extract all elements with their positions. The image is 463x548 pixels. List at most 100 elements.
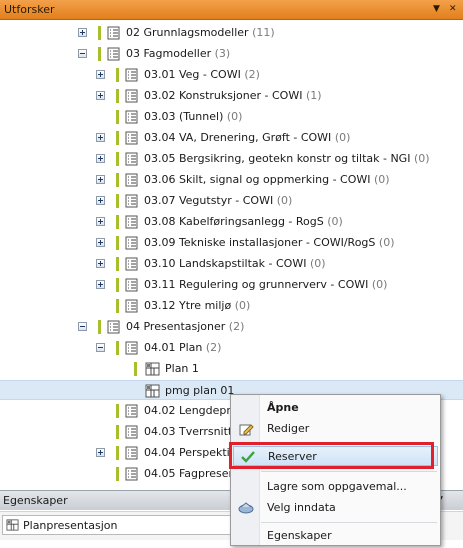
menu-item-label: Velg inndata — [267, 501, 336, 514]
checklist-icon — [125, 299, 138, 313]
expand-icon[interactable] — [96, 280, 105, 289]
tree-item-03-12[interactable]: 03.12 Ytre miljø (0) — [0, 296, 463, 316]
status-bar — [98, 47, 101, 61]
menu-separator — [261, 471, 437, 472]
explorer-title: Utforsker — [4, 3, 55, 16]
tree-item-label: 03.07 Vegutstyr - COWI (0) — [144, 194, 293, 207]
context-menu: Åpne Rediger Reserver Lagre som oppgavem… — [230, 394, 441, 546]
tree-item-03-04[interactable]: 03.04 VA, Drenering, Grøft - COWI (0) — [0, 128, 463, 148]
checklist-icon — [125, 194, 138, 208]
tree-item-03-09[interactable]: 03.09 Tekniske installasjoner - COWI/Rog… — [0, 233, 463, 253]
tree-item-label: 03.04 VA, Drenering, Grøft - COWI (0) — [144, 131, 351, 144]
expand-icon[interactable] — [96, 154, 105, 163]
status-bar — [116, 236, 119, 250]
menu-item-save-as-task-template[interactable]: Lagre som oppgavemal... — [233, 477, 438, 497]
expand-icon[interactable] — [96, 217, 105, 226]
status-bar — [98, 320, 101, 334]
status-bar — [116, 404, 119, 418]
menu-item-label: Rediger — [267, 422, 310, 435]
explorer-header: Utforsker ▼ ✕ — [0, 0, 463, 20]
checklist-icon — [125, 278, 138, 292]
status-bar — [116, 446, 119, 460]
menu-item-edit[interactable]: Rediger — [233, 419, 438, 439]
tree-item-label: 03.02 Konstruksjoner - COWI (1) — [144, 89, 322, 102]
tree-item-label: 03.10 Landskapstiltak - COWI (0) — [144, 257, 326, 270]
status-bar — [116, 341, 119, 355]
status-bar — [98, 26, 101, 40]
plan-icon — [6, 519, 19, 531]
collapse-icon[interactable] — [96, 343, 105, 352]
expand-icon[interactable] — [96, 238, 105, 247]
checklist-icon — [125, 404, 138, 418]
expand-icon[interactable] — [96, 91, 105, 100]
checklist-icon — [125, 257, 138, 271]
tree-item-03-01[interactable]: 03.01 Veg - COWI (2) — [0, 65, 463, 85]
tree-item-02-grunnlagsmodeller[interactable]: 02 Grunnlagsmodeller (11) — [0, 23, 463, 43]
tree-item-03-07[interactable]: 03.07 Vegutstyr - COWI (0) — [0, 191, 463, 211]
tree-item-label: 03.01 Veg - COWI (2) — [144, 68, 260, 81]
tree-item-04-01-plan[interactable]: 04.01 Plan (2) — [0, 338, 463, 358]
expand-icon[interactable] — [96, 70, 105, 79]
expand-icon[interactable] — [96, 448, 105, 457]
tree-item-03-03[interactable]: 03.03 (Tunnel) (0) — [0, 107, 463, 127]
tree-item-label: 03.03 (Tunnel) (0) — [144, 110, 243, 123]
expand-icon[interactable] — [96, 175, 105, 184]
checklist-icon — [125, 173, 138, 187]
expand-icon[interactable] — [96, 259, 105, 268]
tree-item-label: 03.05 Bergsikring, geotekn konstr og til… — [144, 152, 430, 165]
status-bar — [116, 131, 119, 145]
tree-item-label: 04.05 Fagpresent — [144, 467, 240, 480]
status-bar — [116, 173, 119, 187]
status-bar — [116, 68, 119, 82]
checklist-icon — [125, 425, 138, 439]
tree-item-03-11[interactable]: 03.11 Regulering og grunnerverv - COWI (… — [0, 275, 463, 295]
expand-icon[interactable] — [96, 196, 105, 205]
status-bar — [116, 215, 119, 229]
expand-icon[interactable] — [96, 133, 105, 142]
close-icon[interactable]: ✕ — [449, 3, 457, 15]
tree-item-03-08[interactable]: 03.08 Kabelføringsanlegg - RogS (0) — [0, 212, 463, 232]
checklist-icon — [107, 47, 120, 61]
tree-item-label: 03.11 Regulering og grunnerverv - COWI (… — [144, 278, 388, 291]
menu-item-open[interactable]: Åpne — [233, 398, 438, 418]
collapse-icon[interactable] — [78, 49, 87, 58]
tree-item-label: 03.08 Kabelføringsanlegg - RogS (0) — [144, 215, 343, 228]
status-bar — [134, 362, 137, 376]
input-icon — [238, 502, 254, 514]
tree-item-03-10[interactable]: 03.10 Landskapstiltak - COWI (0) — [0, 254, 463, 274]
object-type-value: Planpresentasjon — [23, 519, 118, 532]
tree-item-04-presentasjoner[interactable]: 04 Presentasjoner (2) — [0, 317, 463, 337]
menu-item-select-input[interactable]: Velg inndata — [233, 498, 438, 518]
menu-item-properties[interactable]: Egenskaper — [233, 526, 438, 546]
checklist-icon — [125, 131, 138, 145]
collapse-icon[interactable] — [78, 322, 87, 331]
menu-item-label: Egenskaper — [267, 529, 332, 542]
plan-icon — [145, 384, 160, 398]
checklist-icon — [125, 68, 138, 82]
tree-item-03-02[interactable]: 03.02 Konstruksjoner - COWI (1) — [0, 86, 463, 106]
tree-item-label: 04.04 Perspektiv — [144, 446, 237, 459]
expand-icon[interactable] — [78, 28, 87, 37]
tree-item-label: 04.02 Lengdepro — [144, 404, 238, 417]
checklist-icon — [125, 467, 138, 481]
status-bar — [116, 152, 119, 166]
tree-item-label: pmg plan 01 — [165, 384, 235, 397]
status-bar — [116, 257, 119, 271]
tree-item-plan-1[interactable]: Plan 1 — [0, 359, 463, 379]
tree-item-03-fagmodeller[interactable]: 03 Fagmodeller (3) — [0, 44, 463, 64]
status-bar — [116, 467, 119, 481]
menu-item-label: Åpne — [267, 401, 299, 414]
tree-item-label: 03.12 Ytre miljø (0) — [144, 299, 251, 312]
tree-item-03-06[interactable]: 03.06 Skilt, signal og oppmerking - COWI… — [0, 170, 463, 190]
checklist-icon — [125, 341, 138, 355]
pin-dropdown-icon[interactable]: ▼ — [433, 3, 440, 15]
status-bar — [116, 89, 119, 103]
tree-item-label: 03.09 Tekniske installasjoner - COWI/Rog… — [144, 236, 395, 249]
tree-item-03-05[interactable]: 03.05 Bergsikring, geotekn konstr og til… — [0, 149, 463, 169]
menu-item-label: Lagre som oppgavemal... — [267, 480, 407, 493]
tree-item-label: 02 Grunnlagsmodeller (11) — [126, 26, 275, 39]
tree-item-label: 04.01 Plan (2) — [144, 341, 222, 354]
checklist-icon — [125, 446, 138, 460]
status-bar — [116, 299, 119, 313]
menu-separator — [261, 522, 437, 523]
